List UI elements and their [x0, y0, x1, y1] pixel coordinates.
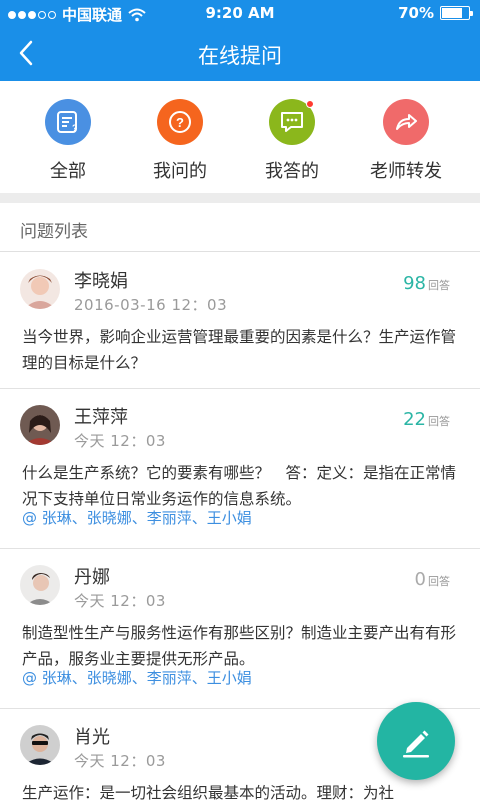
answer-count: 0 回答 — [415, 569, 450, 590]
tab-my-answers[interactable]: 我答的 — [232, 99, 352, 183]
tab-teacher-forward[interactable]: 老师转发 — [346, 99, 466, 183]
pencil-icon — [403, 730, 429, 758]
answer-count-value: 98 — [403, 273, 426, 294]
tab-my-questions-label: 我问的 — [153, 161, 207, 182]
question-text: 当今世界，影响企业运营管理最重要的因素是什么？生产运作管理的目标是什么？ — [22, 328, 457, 372]
question-text: 什么是生产系统？它的要素有哪些？ 答：定义：是指在正常情况下支持单位日常业务运作… — [22, 464, 457, 508]
answer-count-value: 22 — [403, 409, 426, 430]
tab-my-answers-label: 我答的 — [265, 161, 319, 182]
post-time: 2016-03-16 12：03 — [74, 296, 228, 314]
notification-dot — [306, 100, 314, 108]
tab-all-label: 全部 — [50, 161, 86, 182]
tab-all[interactable]: ? 全部 — [8, 99, 128, 183]
svg-text:?: ? — [72, 123, 78, 133]
mentions-line[interactable]: @ 张琳、张晓娜、李丽萍、王小娟 — [22, 507, 252, 528]
post-time: 今天 12：03 — [74, 432, 166, 450]
question-item[interactable]: 丹娜 今天 12：03 0 回答 制造型性生产与服务性运作有那些区别？制造业主要产… — [0, 549, 480, 709]
chat-icon — [269, 99, 315, 145]
category-tabs: ? 全部 ? 我问的 我答的 老师转发 — [0, 81, 480, 193]
section-header: 问题列表 — [0, 203, 480, 252]
author-name: 王萍萍 — [74, 407, 128, 428]
post-time: 今天 12：03 — [74, 752, 166, 770]
battery-percent: 70% — [398, 4, 434, 22]
mentions-line[interactable]: @ 张琳、张晓娜、李丽萍、王小娟 — [22, 667, 252, 688]
author-name: 李晓娟 — [74, 271, 128, 292]
status-right: 70% — [398, 4, 473, 22]
answer-count: 98 回答 — [403, 273, 450, 294]
question-text: 制造型性生产与服务性运作有那些区别？制造业主要产出有有形产品，服务业主要提供无形… — [22, 624, 457, 668]
avatar[interactable] — [20, 269, 60, 309]
svg-text:?: ? — [176, 115, 184, 130]
answer-count-value: 0 — [414, 569, 426, 590]
avatar[interactable] — [20, 725, 60, 765]
avatar[interactable] — [20, 565, 60, 605]
section-divider — [0, 193, 480, 203]
question-item[interactable]: 王萍萍 今天 12：03 22 回答 什么是生产系统？它的要素有哪些？ 答：定义：… — [0, 389, 480, 549]
answer-count-suffix: 回答 — [428, 415, 450, 428]
compose-button[interactable] — [377, 702, 455, 780]
share-icon — [383, 99, 429, 145]
list-icon: ? — [45, 99, 91, 145]
author-name: 丹娜 — [74, 567, 110, 588]
answer-count-suffix: 回答 — [428, 279, 450, 292]
section-title: 问题列表 — [20, 222, 88, 242]
post-time: 今天 12：03 — [74, 592, 166, 610]
nav-bar: 在线提问 — [0, 26, 480, 81]
author-name: 肖光 — [74, 727, 110, 748]
tab-my-questions[interactable]: ? 我问的 — [120, 99, 240, 183]
question-text: 生产运作：是一切社会组织最基本的活动。理财：为社 — [22, 784, 395, 800]
question-icon: ? — [157, 99, 203, 145]
answer-count: 22 回答 — [403, 409, 450, 430]
battery-icon — [440, 6, 473, 20]
avatar[interactable] — [20, 405, 60, 445]
question-item[interactable]: 李晓娟 2016-03-16 12：03 98 回答 当今世界，影响企业运营管理最… — [0, 253, 480, 389]
page-title: 在线提问 — [198, 44, 282, 68]
tab-teacher-forward-label: 老师转发 — [370, 161, 442, 182]
status-bar: 中国联通 9:20 AM 70% — [0, 0, 480, 26]
answer-count-suffix: 回答 — [428, 575, 450, 588]
